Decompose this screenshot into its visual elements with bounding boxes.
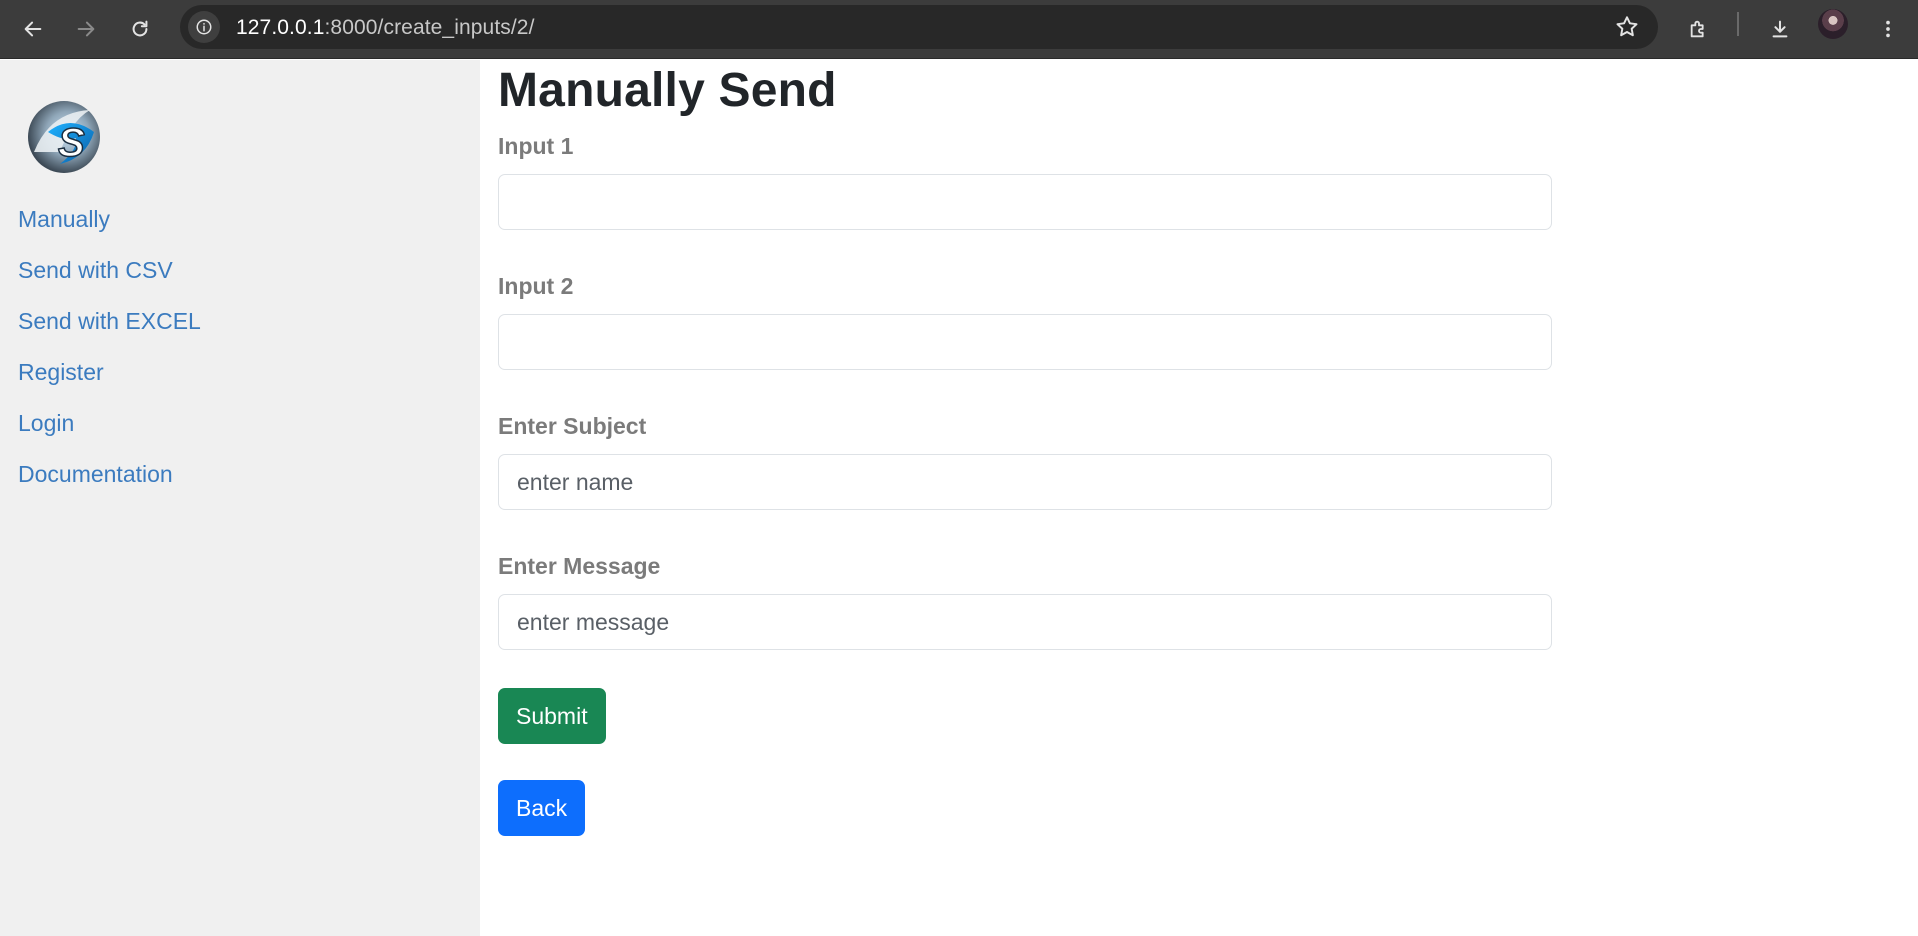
toolbar-separator bbox=[1737, 12, 1739, 36]
back-row: Back bbox=[498, 744, 1552, 836]
sidebar-item-send-with-excel[interactable]: Send with EXCEL bbox=[18, 296, 201, 347]
forward-arrow-icon[interactable] bbox=[67, 10, 105, 48]
back-arrow-icon[interactable] bbox=[14, 10, 52, 48]
more-menu-icon[interactable] bbox=[1869, 10, 1907, 48]
bookmark-star-icon[interactable] bbox=[1614, 14, 1640, 40]
profile-avatar[interactable] bbox=[1818, 9, 1848, 39]
input-1-group: Input 1 bbox=[498, 132, 1552, 230]
sidebar-nav: Manually Send with CSV Send with EXCEL R… bbox=[18, 194, 201, 500]
browser-toolbar: 127.0.0.1:8000/create_inputs/2/ bbox=[0, 0, 1918, 59]
sidebar-item-send-with-csv[interactable]: Send with CSV bbox=[18, 245, 201, 296]
sidebar-item-login[interactable]: Login bbox=[18, 398, 201, 449]
url-host: 127.0.0.1 bbox=[236, 16, 325, 39]
address-bar[interactable]: 127.0.0.1:8000/create_inputs/2/ bbox=[180, 5, 1658, 49]
main-content: Manually Send Input 1 Input 2 Enter Subj… bbox=[498, 60, 1552, 836]
back-button[interactable]: Back bbox=[498, 780, 586, 836]
url-text[interactable]: 127.0.0.1:8000/create_inputs/2/ bbox=[236, 16, 535, 40]
site-info-icon[interactable] bbox=[188, 11, 220, 43]
subject-label: Enter Subject bbox=[498, 413, 647, 439]
input-2-field[interactable] bbox=[498, 314, 1552, 370]
submit-row: Submit bbox=[498, 650, 1552, 744]
download-icon[interactable] bbox=[1761, 10, 1799, 48]
sidebar-item-manually[interactable]: Manually bbox=[18, 194, 201, 245]
subject-input[interactable] bbox=[498, 454, 1552, 510]
message-label: Enter Message bbox=[498, 553, 661, 579]
reload-icon[interactable] bbox=[121, 10, 159, 48]
message-input[interactable] bbox=[498, 594, 1552, 650]
submit-button[interactable]: Submit bbox=[498, 688, 606, 744]
input-2-label: Input 2 bbox=[498, 273, 574, 299]
svg-text:S: S bbox=[58, 121, 85, 165]
input-1-field[interactable] bbox=[498, 174, 1552, 230]
sidebar: S Manually Send with CSV Send with EXCEL… bbox=[0, 60, 480, 936]
extensions-icon[interactable] bbox=[1680, 10, 1718, 48]
sidebar-item-register[interactable]: Register bbox=[18, 347, 201, 398]
input-1-label: Input 1 bbox=[498, 133, 574, 159]
subject-group: Enter Subject bbox=[498, 412, 1552, 510]
sidebar-item-documentation[interactable]: Documentation bbox=[18, 449, 201, 500]
input-2-group: Input 2 bbox=[498, 272, 1552, 370]
app-logo: S bbox=[28, 101, 100, 173]
url-path: :8000/create_inputs/2/ bbox=[324, 16, 535, 39]
page-title: Manually Send bbox=[498, 64, 837, 117]
message-group: Enter Message bbox=[498, 552, 1552, 650]
